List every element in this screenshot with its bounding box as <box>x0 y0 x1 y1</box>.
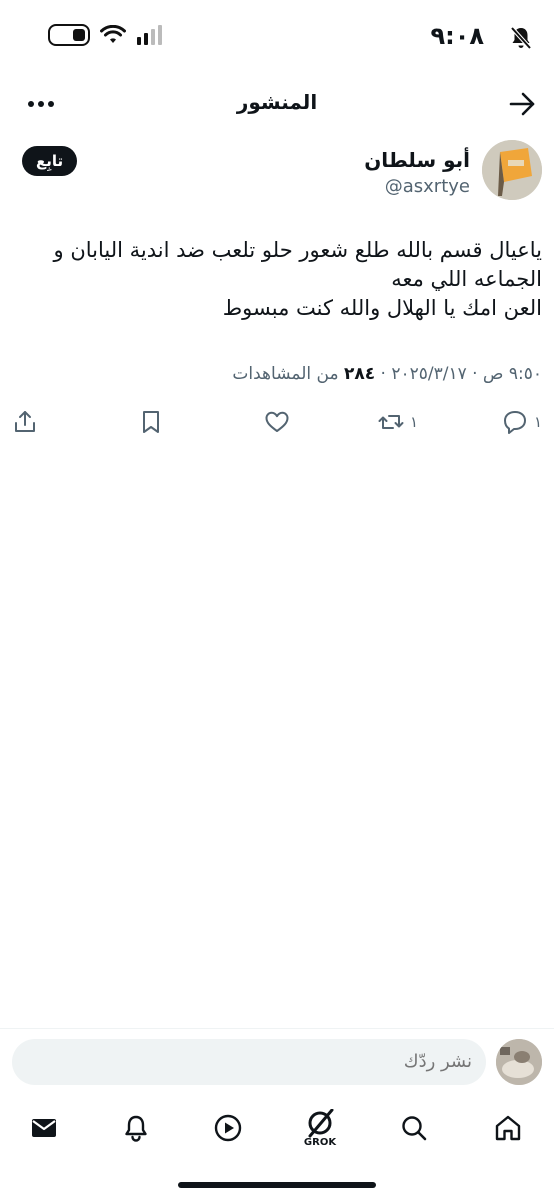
page-title: المنشور <box>236 90 318 114</box>
follow-button[interactable]: تابِع <box>22 146 78 176</box>
status-bar: ٩:٠٨ <box>0 0 554 76</box>
status-time: ٩:٠٨ <box>430 22 484 50</box>
home-indicator <box>178 1182 376 1188</box>
tab-notifications[interactable] <box>114 1106 158 1150</box>
reply-action[interactable]: ١ <box>502 404 542 440</box>
like-icon[interactable] <box>264 409 290 435</box>
bell-off-icon <box>510 26 532 50</box>
wifi-icon <box>100 25 126 43</box>
user-avatar[interactable] <box>496 1039 542 1085</box>
views-count[interactable]: ٢٨٤ <box>344 364 375 384</box>
author-row: أبو سلطان @asxrtye تابِع <box>12 140 542 204</box>
author-handle[interactable]: @asxrtye <box>385 176 470 197</box>
notifications-icon <box>125 1115 147 1142</box>
tab-grok[interactable]: GROK <box>298 1106 342 1150</box>
post-actions: ١ ١ <box>0 404 554 440</box>
reply-input[interactable] <box>12 1039 486 1085</box>
share-icon[interactable] <box>12 409 38 435</box>
reply-icon[interactable] <box>502 409 528 435</box>
tab-search[interactable] <box>392 1106 436 1150</box>
post-meta: ٩:٥٠ ص · ٢٠٢٥/٣/١٧ · ٢٨٤ من المشاهدات <box>12 364 542 384</box>
tab-home[interactable] <box>486 1106 530 1150</box>
bookmark-action[interactable] <box>138 404 164 440</box>
post-header: المنشور <box>0 76 554 132</box>
tab-bar: GROK <box>0 1098 554 1158</box>
tab-messages[interactable] <box>22 1106 66 1150</box>
search-icon <box>402 1116 427 1141</box>
tab-video[interactable] <box>206 1106 250 1150</box>
grok-icon <box>308 1108 334 1137</box>
retweet-action[interactable]: ١ <box>378 404 418 440</box>
post-timestamp: ٩:٥٠ ص · ٢٠٢٥/٣/١٧ · <box>380 364 542 384</box>
battery-icon <box>48 24 90 46</box>
views-label: من المشاهدات <box>232 364 339 384</box>
play-icon <box>214 1114 242 1142</box>
home-icon <box>495 1115 521 1141</box>
back-arrow-icon[interactable] <box>508 90 536 118</box>
author-avatar[interactable] <box>482 140 542 200</box>
retweet-count: ١ <box>409 413 418 431</box>
bookmark-icon[interactable] <box>138 409 164 435</box>
status-left-icons <box>48 24 162 46</box>
post-text: ياعيال قسم بالله طلع شعور حلو تلعب ضد ان… <box>53 238 542 320</box>
signal-icon <box>137 25 162 45</box>
messages-icon <box>32 1119 56 1137</box>
reply-bar <box>0 1028 554 1096</box>
author-name[interactable]: أبو سلطان <box>364 148 470 172</box>
share-action[interactable] <box>12 404 38 440</box>
reply-count: ١ <box>533 413 542 431</box>
like-action[interactable] <box>264 404 290 440</box>
grok-label: GROK <box>303 1136 337 1148</box>
retweet-icon[interactable] <box>378 409 404 435</box>
